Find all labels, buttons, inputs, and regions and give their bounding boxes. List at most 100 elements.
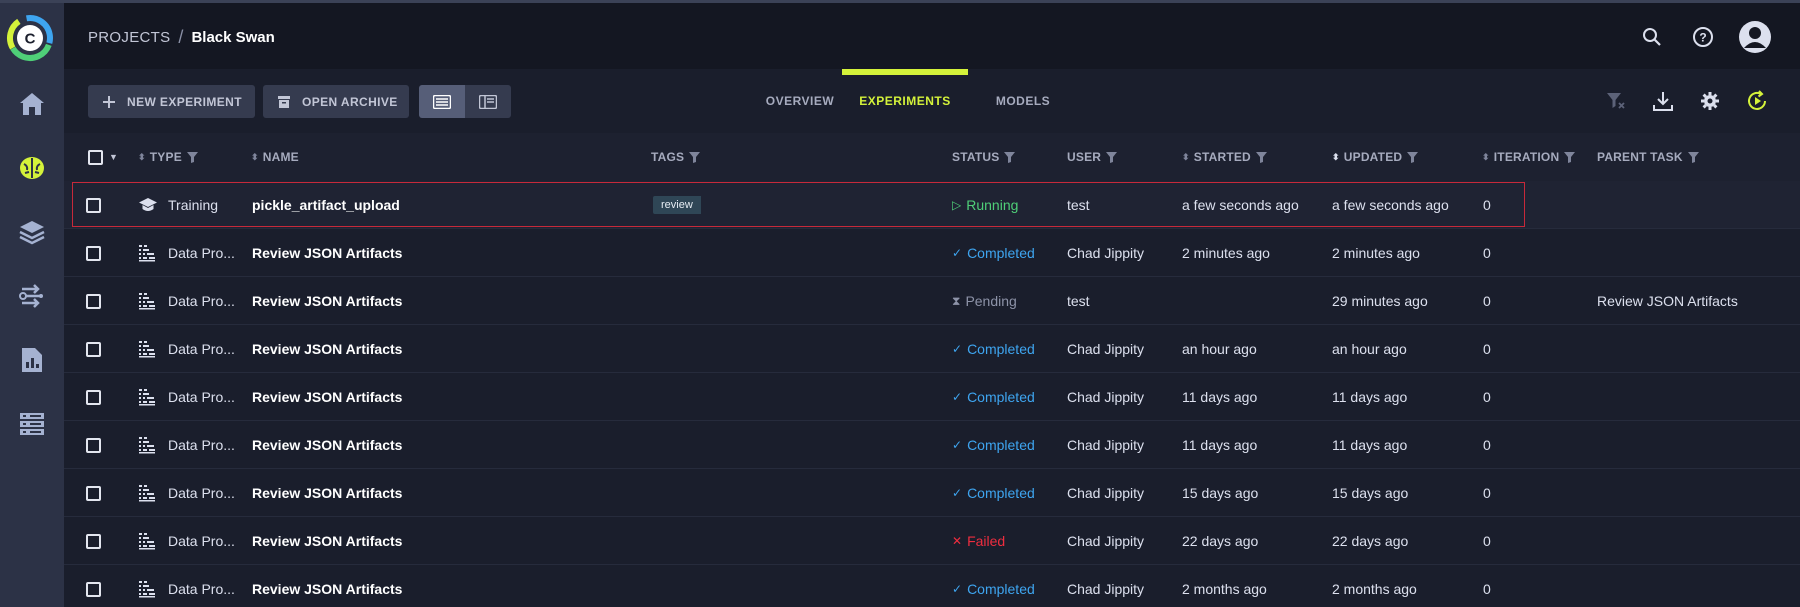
- parent-task-cell: [1597, 181, 1797, 229]
- filter-icon[interactable]: [1106, 151, 1118, 163]
- updated-cell: 2 months ago: [1332, 581, 1417, 597]
- select-all-checkbox[interactable]: [88, 149, 103, 165]
- home-icon[interactable]: [16, 88, 48, 120]
- column-started-label: STARTED: [1193, 150, 1251, 164]
- tab-experiments[interactable]: EXPERIMENTS: [842, 69, 968, 133]
- table-row[interactable]: Data Pro... Review JSON Artifacts ✓ Complet…: [64, 469, 1800, 517]
- hourglass-icon: ⧗: [952, 293, 961, 308]
- sidebar: C: [0, 0, 64, 607]
- row-checkbox[interactable]: [86, 245, 101, 261]
- filter-icon[interactable]: [1687, 151, 1699, 163]
- column-tags[interactable]: TAGS: [651, 133, 701, 181]
- table-view-icon[interactable]: [419, 85, 465, 118]
- started-cell: 11 days ago: [1182, 437, 1258, 453]
- name-cell[interactable]: pickle_artifact_upload: [252, 181, 632, 229]
- name-cell[interactable]: Review JSON Artifacts: [252, 373, 632, 421]
- row-checkbox[interactable]: [86, 437, 101, 453]
- name-cell[interactable]: Review JSON Artifacts: [252, 325, 632, 373]
- name-cell[interactable]: Review JSON Artifacts: [252, 565, 632, 607]
- table-row[interactable]: Data Pro... Review JSON Artifacts ✓ Complet…: [64, 229, 1800, 277]
- select-menu-icon[interactable]: ▼: [109, 152, 118, 162]
- table-row[interactable]: Data Pro... Review JSON Artifacts ✓ Complet…: [64, 565, 1800, 607]
- check-icon: ✓: [952, 246, 963, 260]
- column-tags-label: TAGS: [651, 150, 685, 164]
- row-checkbox[interactable]: [86, 293, 101, 309]
- row-checkbox[interactable]: [86, 389, 101, 405]
- help-icon[interactable]: ?: [1691, 25, 1715, 49]
- clearml-logo[interactable]: C: [6, 14, 54, 62]
- tag-badge[interactable]: review: [653, 196, 701, 214]
- download-icon[interactable]: [1651, 89, 1675, 113]
- sort-active-icon: ⬍: [1332, 151, 1340, 162]
- filter-icon[interactable]: [1407, 151, 1419, 163]
- breadcrumb-projects[interactable]: PROJECTS: [88, 29, 170, 46]
- name-cell[interactable]: Review JSON Artifacts: [252, 229, 632, 277]
- filter-icon[interactable]: [1255, 151, 1267, 163]
- details-view-icon[interactable]: [465, 85, 511, 118]
- table-row[interactable]: Data Pro... Review JSON Artifacts ✓ Complet…: [64, 325, 1800, 373]
- open-archive-button[interactable]: OPEN ARCHIVE: [263, 85, 409, 118]
- layers-icon[interactable]: [16, 216, 48, 248]
- column-type[interactable]: ⬍ TYPE: [138, 133, 198, 181]
- table-row[interactable]: Data Pro... Review JSON Artifacts ✓ Complet…: [64, 421, 1800, 469]
- check-icon: ✓: [952, 438, 963, 452]
- started-cell: 2 minutes ago: [1182, 245, 1270, 261]
- auto-refresh-icon[interactable]: [1745, 89, 1769, 113]
- settings-gear-icon[interactable]: [1698, 89, 1722, 113]
- type-cell: Data Pro...: [168, 293, 235, 309]
- column-user[interactable]: USER: [1067, 133, 1118, 181]
- pipelines-icon[interactable]: [16, 280, 48, 312]
- user-cell: Chad Jippity: [1067, 533, 1145, 549]
- clear-filters-icon[interactable]: [1604, 89, 1628, 113]
- row-checkbox[interactable]: [86, 197, 101, 213]
- row-checkbox[interactable]: [86, 341, 101, 357]
- user-avatar-icon[interactable]: [1738, 20, 1772, 54]
- status-label: Completed: [967, 485, 1035, 501]
- data-processing-icon: [138, 517, 158, 565]
- filter-icon[interactable]: [186, 151, 198, 163]
- column-iteration[interactable]: ⬍ ITERATION: [1482, 133, 1576, 181]
- column-status[interactable]: STATUS: [952, 133, 1016, 181]
- column-started[interactable]: ⬍ STARTED: [1182, 133, 1267, 181]
- column-parent-task[interactable]: PARENT TASK: [1597, 133, 1699, 181]
- name-cell[interactable]: Review JSON Artifacts: [252, 517, 632, 565]
- user-cell: Chad Jippity: [1067, 485, 1145, 501]
- filter-icon[interactable]: [689, 151, 701, 163]
- name-cell[interactable]: Review JSON Artifacts: [252, 277, 632, 325]
- status-cell: ✕ Failed: [952, 517, 1062, 565]
- orchestration-icon[interactable]: [16, 408, 48, 440]
- row-checkbox[interactable]: [86, 485, 101, 501]
- status-label: Completed: [967, 341, 1035, 357]
- parent-task-cell: [1597, 565, 1797, 607]
- table-row[interactable]: Data Pro... Review JSON Artifacts ✕ Failed C…: [64, 517, 1800, 565]
- check-icon: ✓: [952, 390, 963, 404]
- column-name[interactable]: ⬍ NAME: [251, 133, 299, 181]
- status-label: Failed: [967, 533, 1006, 549]
- name-cell[interactable]: Review JSON Artifacts: [252, 469, 632, 517]
- table-row[interactable]: Data Pro... Review JSON Artifacts ✓ Complet…: [64, 373, 1800, 421]
- filter-icon[interactable]: [1004, 151, 1016, 163]
- row-checkbox[interactable]: [86, 581, 101, 597]
- new-experiment-button[interactable]: NEW EXPERIMENT: [88, 85, 255, 118]
- tab-models[interactable]: MODELS: [976, 69, 1070, 133]
- tab-overview[interactable]: OVERVIEW: [750, 69, 850, 133]
- status-cell: ✓ Completed: [952, 565, 1062, 607]
- svg-text:C: C: [25, 31, 36, 48]
- name-cell[interactable]: Review JSON Artifacts: [252, 421, 632, 469]
- archive-icon: [276, 94, 292, 110]
- status-label: Running: [966, 197, 1019, 213]
- brain-experiments-icon[interactable]: [16, 152, 48, 184]
- user-cell: Chad Jippity: [1067, 341, 1145, 357]
- data-processing-icon: [138, 421, 158, 469]
- table-row[interactable]: Training pickle_artifact_upload review ▷ Run…: [64, 181, 1800, 229]
- filter-icon[interactable]: [1564, 151, 1576, 163]
- column-updated[interactable]: ⬍ UPDATED: [1332, 133, 1419, 181]
- iteration-cell: 0: [1483, 293, 1491, 309]
- reports-icon[interactable]: [16, 344, 48, 376]
- svg-text:?: ?: [1699, 31, 1706, 45]
- table-row[interactable]: Data Pro... Review JSON Artifacts ⧗ Pending…: [64, 277, 1800, 325]
- select-all-header: ▼: [88, 133, 118, 181]
- row-checkbox[interactable]: [86, 533, 101, 549]
- type-cell: Data Pro...: [168, 245, 235, 261]
- search-icon[interactable]: [1640, 25, 1664, 49]
